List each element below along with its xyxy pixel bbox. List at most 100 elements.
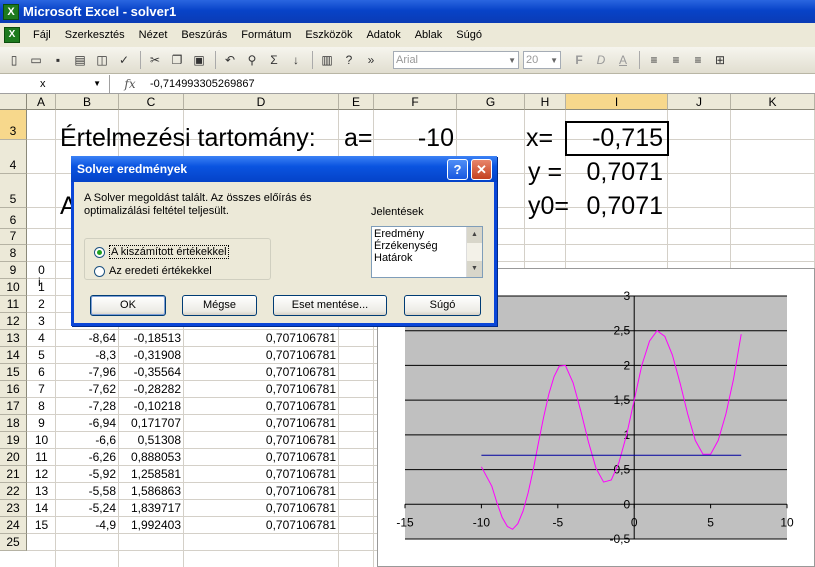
row-header-5[interactable]: 5 (0, 174, 27, 208)
cell-i4[interactable]: 0,7071 (566, 156, 663, 188)
menu-format[interactable]: Formátum (234, 29, 298, 41)
menu-view[interactable]: Nézet (132, 29, 175, 41)
fx-icon[interactable]: fx (110, 77, 150, 91)
cell-c23[interactable]: 1,839717 (119, 501, 181, 515)
column-header-d[interactable]: D (184, 94, 339, 110)
cell-d24[interactable]: 0,707106781 (184, 518, 336, 532)
cell-b21[interactable]: -5,92 (56, 467, 116, 481)
workbook-icon[interactable]: X (4, 27, 20, 43)
row-header-22[interactable]: 22 (0, 483, 27, 500)
name-box[interactable]: x ▼ (0, 74, 110, 93)
cell-c14[interactable]: -0,31908 (119, 348, 181, 362)
cell-d15[interactable]: 0,707106781 (184, 365, 336, 379)
column-header-h[interactable]: H (525, 94, 566, 110)
cell-b22[interactable]: -5,58 (56, 484, 116, 498)
row-header-16[interactable]: 16 (0, 381, 27, 398)
font-size-combo[interactable]: 20 ▼ (523, 51, 561, 69)
cell-e3[interactable]: a= (344, 122, 373, 154)
dialog-close-button[interactable]: ✕ (471, 159, 492, 180)
cell-a16[interactable]: 7 (27, 382, 56, 396)
cell-a18[interactable]: 9 (27, 416, 56, 430)
cell-a10[interactable]: 1 (27, 280, 56, 294)
cell-a9[interactable]: 0 (27, 263, 56, 277)
menu-file[interactable]: Fájl (26, 29, 58, 41)
cell-c22[interactable]: 1,586863 (119, 484, 181, 498)
cell-d17[interactable]: 0,707106781 (184, 399, 336, 413)
cell-a14[interactable]: 5 (27, 348, 56, 362)
row-header-19[interactable]: 19 (0, 432, 27, 449)
report-item-answer[interactable]: Eredmény (374, 228, 480, 240)
hyperlink-icon[interactable]: ⚲ (242, 50, 262, 70)
chart-wizard-icon[interactable]: ▥ (317, 50, 337, 70)
cell-b14[interactable]: -8,3 (56, 348, 116, 362)
cell-a19[interactable]: 10 (27, 433, 56, 447)
help-icon[interactable]: ? (339, 50, 359, 70)
cell-b3[interactable]: Értelmezési tartomány: (60, 122, 316, 154)
cell-h3[interactable]: x= (526, 122, 553, 154)
cell-b17[interactable]: -7,28 (56, 399, 116, 413)
cell-c19[interactable]: 0,51308 (119, 433, 181, 447)
report-item-limits[interactable]: Határok (374, 252, 480, 264)
cell-h5[interactable]: y0= (528, 190, 569, 222)
undo-icon[interactable]: ↶ (220, 50, 240, 70)
sort-ascending-icon[interactable]: ↓ (286, 50, 306, 70)
select-all-corner[interactable] (0, 94, 27, 110)
cell-b13[interactable]: -8,64 (56, 331, 116, 345)
paste-icon[interactable]: ▣ (189, 50, 209, 70)
cell-d19[interactable]: 0,707106781 (184, 433, 336, 447)
menu-data[interactable]: Adatok (359, 29, 407, 41)
radio-unselected-icon[interactable] (94, 265, 105, 277)
row-header-17[interactable]: 17 (0, 398, 27, 415)
cell-d16[interactable]: 0,707106781 (184, 382, 336, 396)
cell-a13[interactable]: 4 (27, 331, 56, 345)
cell-c15[interactable]: -0,35564 (119, 365, 181, 379)
align-center-icon[interactable]: ≡ (666, 50, 686, 70)
row-header-8[interactable]: 8 (0, 245, 27, 262)
print-icon[interactable]: ▤ (70, 50, 90, 70)
underline-icon[interactable]: A (613, 50, 633, 70)
column-header-k[interactable]: K (731, 94, 815, 110)
new-icon[interactable]: ▯ (4, 50, 24, 70)
copy-icon[interactable]: ❐ (167, 50, 187, 70)
row-header-11[interactable]: 11 (0, 296, 27, 313)
bold-icon[interactable]: F (569, 50, 589, 70)
menu-help[interactable]: Súgó (449, 29, 489, 41)
row-header-18[interactable]: 18 (0, 415, 27, 432)
reports-scrollbar[interactable]: ▲ ▼ (466, 227, 482, 277)
font-combo[interactable]: Arial ▼ (393, 51, 519, 69)
row-header-10[interactable]: 10 (0, 279, 27, 296)
cell-b18[interactable]: -6,94 (56, 416, 116, 430)
menu-window[interactable]: Ablak (408, 29, 450, 41)
align-right-icon[interactable]: ≡ (688, 50, 708, 70)
reports-listbox[interactable]: Eredmény Érzékenység Határok ▲ ▼ (371, 226, 483, 278)
column-header-a[interactable]: A (27, 94, 56, 110)
cell-d22[interactable]: 0,707106781 (184, 484, 336, 498)
italic-icon[interactable]: D (591, 50, 611, 70)
align-left-icon[interactable]: ≡ (644, 50, 664, 70)
ok-button[interactable]: OK (90, 295, 166, 316)
cell-c20[interactable]: 0,888053 (119, 450, 181, 464)
cell-a11[interactable]: 2 (27, 297, 56, 311)
cell-f3[interactable]: -10 (378, 122, 454, 154)
radio-selected-icon[interactable] (94, 246, 105, 258)
row-header-21[interactable]: 21 (0, 466, 27, 483)
row-header-9[interactable]: 9 (0, 262, 27, 279)
row-header-14[interactable]: 14 (0, 347, 27, 364)
cell-h4[interactable]: y = (528, 156, 562, 188)
column-header-c[interactable]: C (119, 94, 184, 110)
cell-c24[interactable]: 1,992403 (119, 518, 181, 532)
cell-b19[interactable]: -6,6 (56, 433, 116, 447)
menu-edit[interactable]: Szerkesztés (58, 29, 132, 41)
dialog-help-button[interactable]: ? (447, 159, 468, 180)
cell-a24[interactable]: 15 (27, 518, 56, 532)
print-preview-icon[interactable]: ◫ (92, 50, 112, 70)
save-icon[interactable]: ▪ (48, 50, 68, 70)
row-header-15[interactable]: 15 (0, 364, 27, 381)
cell-b23[interactable]: -5,24 (56, 501, 116, 515)
row-header-4[interactable]: 4 (0, 140, 27, 174)
toolbar-options-icon[interactable]: » (361, 50, 381, 70)
cell-c16[interactable]: -0,28282 (119, 382, 181, 396)
column-header-j[interactable]: J (668, 94, 731, 110)
column-header-b[interactable]: B (56, 94, 119, 110)
row-header-12[interactable]: 12 (0, 313, 27, 330)
